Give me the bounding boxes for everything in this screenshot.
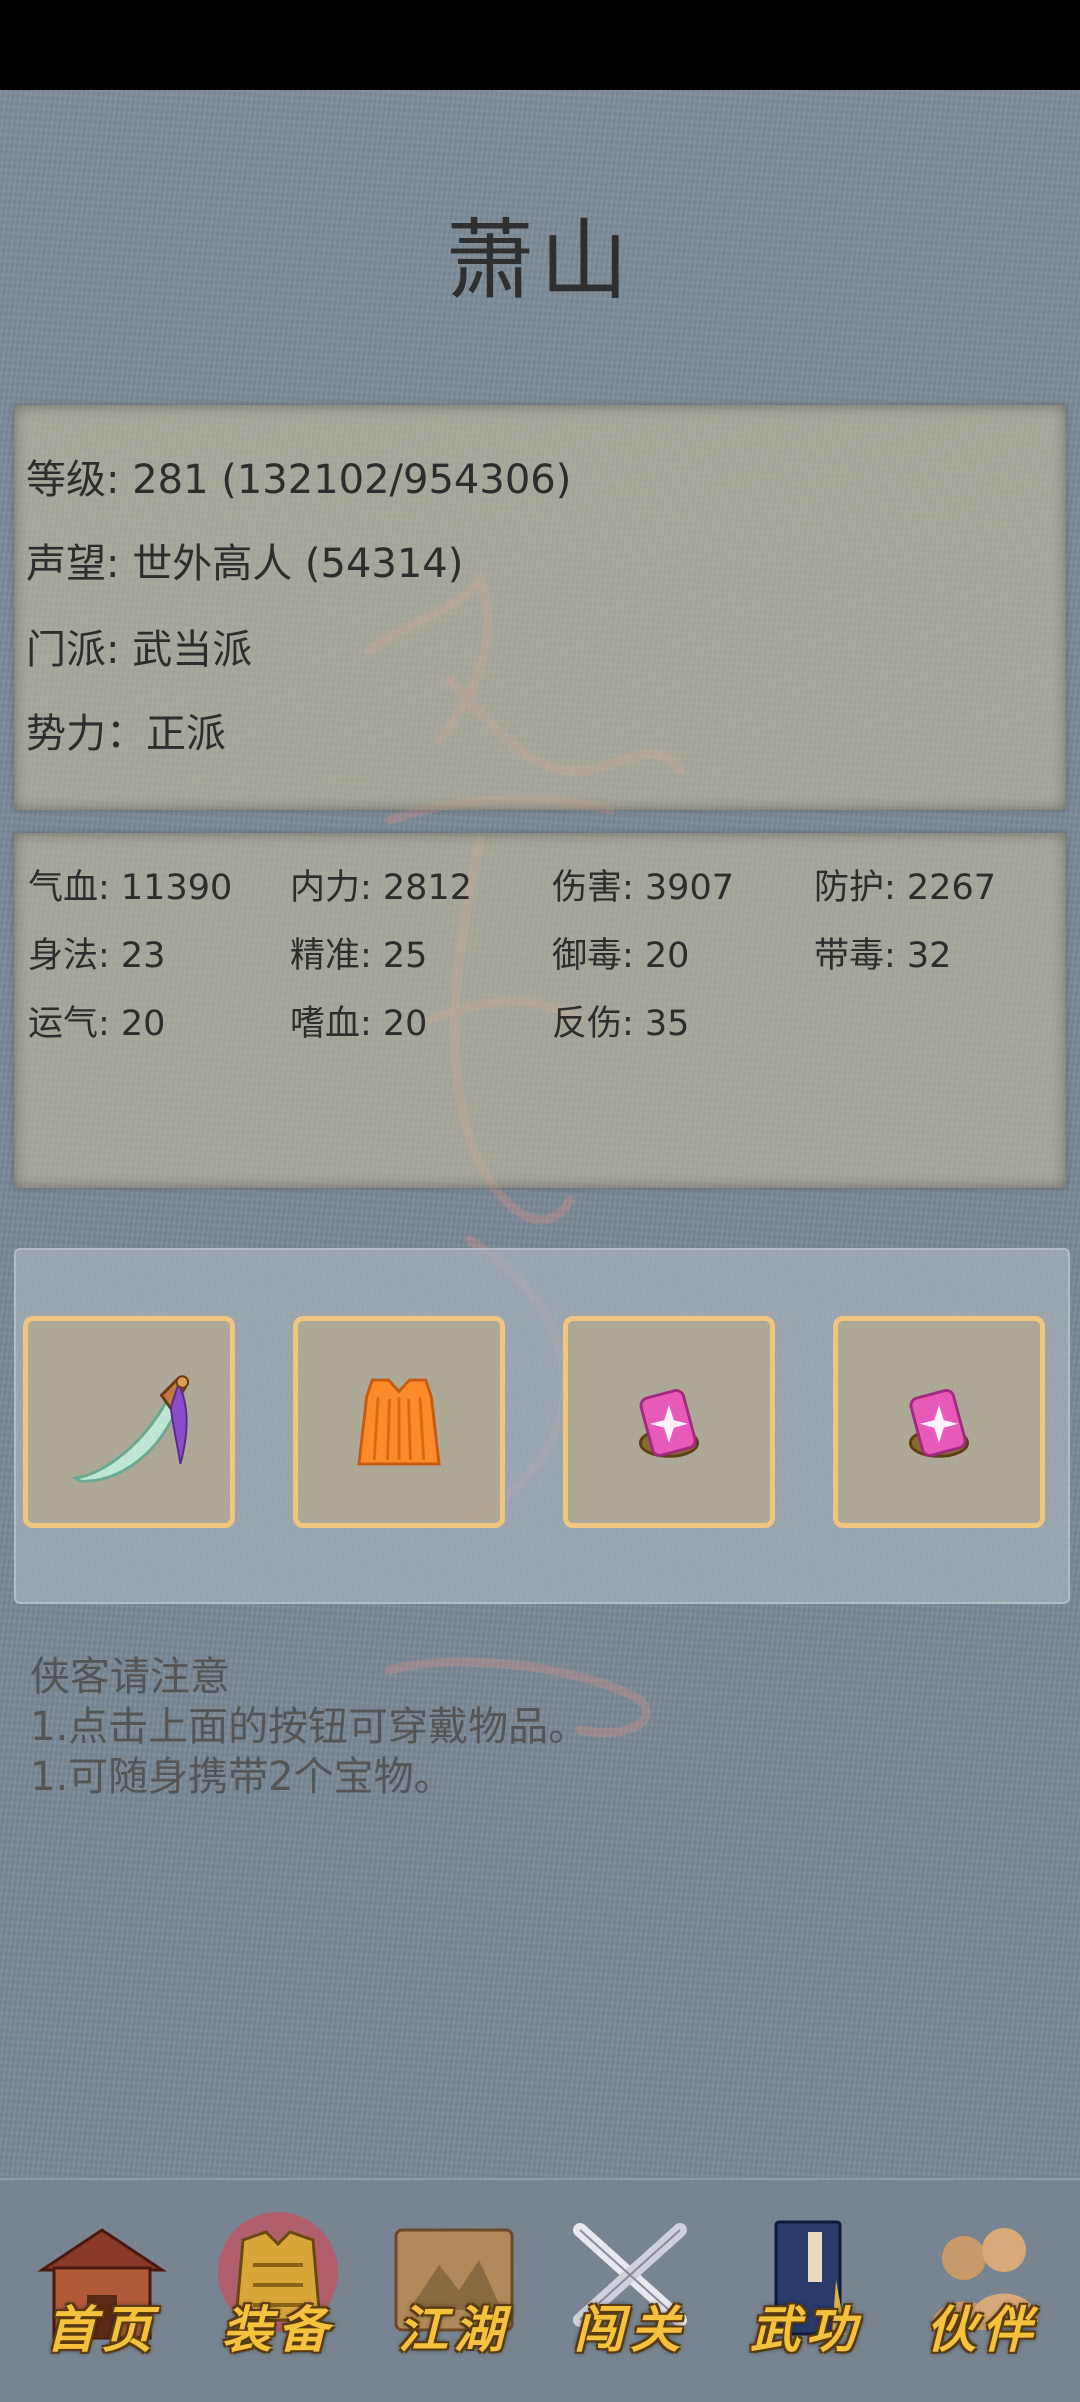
stat-accuracy: 精准: 25 [290,936,428,976]
stat-poison-resist: 御毒: 20 [552,936,690,976]
stat-defense: 防护: 2267 [814,868,996,908]
stat-reflect: 反伤: 35 [552,1004,690,1044]
equipment-slot-treasure-2[interactable] [833,1316,1045,1528]
nav-partner-label: 伙伴 [926,2300,1038,2359]
nav-challenge-label: 闯关 [574,2300,686,2359]
level-text: 等级: 281 (132102/954306) [26,457,572,503]
nav-jianghu-label: 江湖 [398,2300,510,2359]
status-bar [0,0,1080,90]
notice-line-2: 1.可随身携带2个宝物。 [30,1754,454,1800]
stat-inner-power: 内力: 2812 [290,868,472,908]
faction-text: 势力：正派 [26,711,226,757]
gem-treasure-icon [908,1389,970,1458]
equipment-slot-treasure-1[interactable] [563,1316,775,1528]
nav-equipment[interactable]: 装备 [198,2210,358,2380]
reputation-text: 声望: 世外高人 (54314) [26,541,464,587]
nav-home-label: 首页 [46,2300,158,2359]
equipment-slot-weapon[interactable] [23,1316,235,1528]
sect-text: 门派: 武当派 [26,627,253,673]
stat-poison: 带毒: 32 [814,936,952,976]
stat-bloodthirst: 嗜血: 20 [290,1004,428,1044]
robe-icon [357,1378,441,1466]
attribute-stats-panel: 气血: 11390 内力: 2812 伤害: 3907 防护: 2267 身法:… [14,833,1066,1188]
notice-title: 侠客请注意 [30,1654,230,1700]
equipment-panel [14,1248,1070,1604]
nav-jianghu[interactable]: 江湖 [374,2210,534,2380]
character-name: 萧山 [445,209,634,312]
nav-home[interactable]: 首页 [22,2210,182,2380]
bottom-navigation: 首页 装备 江湖 闯关 武功 伙伴 [0,2178,1080,2402]
equipment-slot-armor[interactable] [293,1316,505,1528]
stat-agility: 身法: 23 [28,936,166,976]
nav-challenge[interactable]: 闯关 [550,2210,710,2380]
nav-martial-arts[interactable]: 武功 [726,2210,886,2380]
nav-martial-arts-label: 武功 [750,2300,862,2359]
notice-section: 侠客请注意 1.点击上面的按钮可穿戴物品。 1.可随身携带2个宝物。 [30,1652,588,1802]
nav-equipment-label: 装备 [222,2300,334,2359]
notice-line-1: 1.点击上面的按钮可穿戴物品。 [30,1704,589,1750]
machete-icon [71,1375,190,1483]
nav-partner[interactable]: 伙伴 [902,2210,1062,2380]
stat-damage: 伤害: 3907 [552,868,734,908]
gem-treasure-icon [638,1389,700,1458]
stat-hp: 气血: 11390 [28,868,233,908]
stat-luck: 运气: 20 [28,1004,166,1044]
character-info-panel: 等级: 281 (132102/954306) 声望: 世外高人 (54314)… [14,405,1066,810]
